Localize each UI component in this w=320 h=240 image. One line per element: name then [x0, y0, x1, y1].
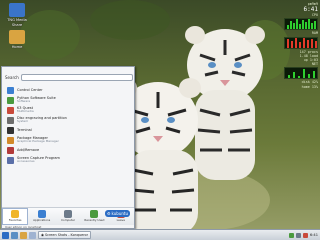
menu-item-subtitle: System	[17, 119, 29, 124]
menu-item-disc-partition[interactable]: Disc engraving and partition System	[5, 115, 133, 125]
menu-item-title: Add/Remove	[17, 148, 40, 152]
add-remove-icon	[7, 146, 14, 154]
menu-item-title: Terminal	[17, 128, 32, 132]
tab-label: Recently Used	[84, 218, 105, 223]
ram-graph	[284, 36, 318, 49]
foliage	[90, 0, 170, 40]
browser-launcher[interactable]	[20, 231, 27, 239]
tab-label: Computer	[61, 218, 75, 223]
volume-icon	[295, 232, 301, 238]
desktop-icon-label: TNG Media	[7, 18, 27, 22]
media-icon	[9, 3, 25, 17]
computer-icon	[64, 210, 73, 219]
menu-item-list: Control Center Python Software Suite Soft…	[5, 85, 133, 165]
terminal-icon	[7, 126, 14, 134]
menu-item-control-center[interactable]: Control Center	[5, 85, 133, 95]
desktop-icon	[11, 231, 18, 239]
updates-icon	[302, 232, 308, 238]
desktop-icon-media[interactable]: TNG Media Share	[2, 3, 32, 28]
cpu-graph	[284, 18, 318, 31]
kubuntu-logo: ⚙ kubuntu	[104, 210, 130, 217]
pager-desktop-1[interactable]	[29, 231, 36, 239]
show-desktop-button[interactable]	[11, 231, 18, 239]
menu-item-k3-quest[interactable]: K3 Quest Multimedia	[5, 105, 133, 115]
menu-item-subtitle: Multimedia	[17, 109, 34, 114]
taskbar-clock[interactable]: 6:41	[310, 233, 318, 237]
clock-icon	[90, 210, 99, 219]
screenshot-icon	[7, 156, 14, 164]
applications-icon	[37, 210, 46, 219]
tab-recently-used[interactable]: Recently Used	[81, 208, 107, 225]
tab-label: Applications	[33, 218, 51, 223]
python-icon	[7, 96, 14, 104]
taskbar: ◉ Screen Shots - Konqueror 6:41	[0, 229, 320, 240]
brand-label: kubuntu	[111, 211, 128, 216]
tab-label: Leave	[116, 218, 125, 223]
menu-item-subtitle: Software	[17, 99, 31, 104]
menu-item-terminal[interactable]: Terminal	[5, 125, 133, 135]
tab-computer[interactable]: Computer	[55, 208, 81, 225]
kmenu-button[interactable]	[2, 231, 9, 239]
desktop-icon-home[interactable]: Home	[2, 30, 32, 49]
tab-favorites[interactable]: Favorites	[2, 208, 29, 225]
menu-item-subtitle: Graphical Package Manager	[17, 139, 59, 144]
kmenu-icon	[2, 231, 9, 239]
menu-item-title: Control Center	[17, 88, 43, 92]
menu-item-screen-capture[interactable]: Screen Capture Program Accessories	[5, 155, 133, 165]
task-label: Screen Shots - Konqueror	[44, 233, 89, 237]
net-label: NET	[311, 62, 318, 67]
kickoff-menu: Search Control Center Python Software Su…	[1, 66, 135, 229]
kubuntu-gear-icon: ⚙	[106, 211, 111, 216]
tray-network[interactable]	[288, 231, 294, 239]
package-icon	[7, 136, 14, 144]
menu-item-package-manager[interactable]: Package Manager Graphical Package Manager	[5, 135, 133, 145]
monitor-clock: 6:41	[303, 6, 318, 14]
monitor-line: home 13%	[301, 84, 318, 89]
menu-item-python-suite[interactable]: Python Software Suite Software	[5, 95, 133, 105]
menu-item-subtitle: Accessories	[17, 159, 35, 164]
network-icon	[288, 232, 294, 238]
tab-applications[interactable]: Applications	[28, 208, 54, 225]
system-monitor: pm9m9 6:41 CPU RAM 147 procs 1.48 load u…	[282, 2, 320, 212]
tray-updates[interactable]	[302, 231, 308, 239]
tray-volume[interactable]	[295, 231, 301, 239]
ram-label: RAM	[311, 31, 318, 36]
home-folder-icon	[9, 30, 25, 44]
search-input[interactable]	[20, 73, 133, 81]
control-center-icon	[7, 86, 14, 94]
star-icon	[11, 210, 20, 219]
browser-icon	[20, 231, 27, 239]
tab-label: Favorites	[8, 218, 22, 223]
search-label: Search	[5, 74, 19, 80]
task-button[interactable]: ◉ Screen Shots - Konqueror	[38, 231, 92, 239]
net-graph	[284, 67, 318, 80]
desktop-icon-label: Home	[11, 45, 23, 49]
cpu-label: CPU	[311, 13, 318, 18]
pager-icon	[29, 231, 36, 239]
desktop-icon-sublabel: Share	[11, 23, 23, 28]
menu-item-add-remove[interactable]: Add/Remove	[5, 145, 133, 155]
disc-icon	[7, 116, 14, 124]
konqueror-icon: ◉	[41, 233, 44, 237]
search-row: Search	[5, 73, 133, 81]
k3-icon	[7, 106, 14, 114]
